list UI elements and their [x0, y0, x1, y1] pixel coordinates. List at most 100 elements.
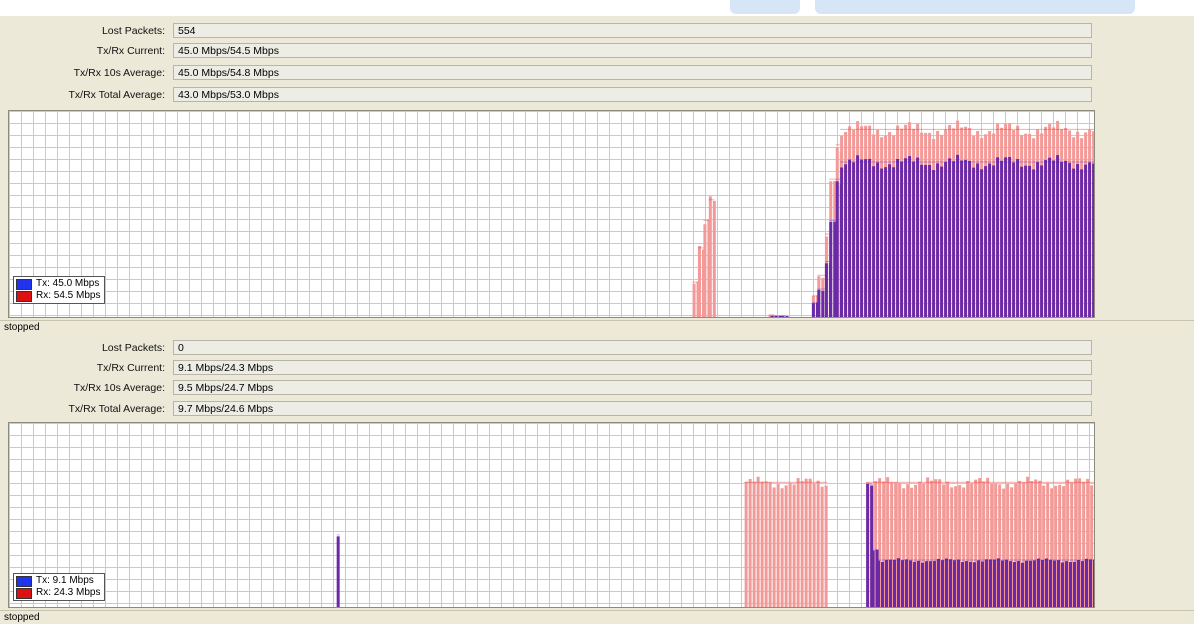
graph-legend: Tx: 45.0 Mbps Rx: 54.5 Mbps	[13, 276, 106, 304]
rx-bar	[764, 481, 768, 607]
rx-bar	[776, 483, 780, 607]
tx-bar	[916, 157, 920, 317]
tx-bar	[1061, 562, 1064, 607]
tx-bar	[996, 157, 1000, 317]
tx-bar	[1084, 164, 1088, 317]
tx-bar	[1072, 168, 1076, 317]
tx-bar	[977, 560, 980, 607]
tx-bar	[821, 290, 825, 317]
tx-bar	[876, 162, 880, 317]
tx-color-swatch	[16, 278, 32, 290]
tx-bar	[1092, 163, 1094, 317]
rx-line	[692, 281, 698, 283]
tx-bar	[1065, 561, 1068, 607]
rx-line	[829, 178, 836, 180]
tx-bar	[1025, 560, 1028, 607]
tx-bar	[900, 161, 904, 317]
rx-bar	[796, 478, 800, 607]
tx-bar	[829, 222, 833, 317]
rx-bar	[812, 483, 816, 607]
tx-bar	[917, 560, 920, 607]
traffic-graph-2: Tx: 9.1 Mbps Rx: 24.3 Mbps	[8, 422, 1095, 608]
lost-packets-field[interactable]: 554	[173, 23, 1092, 38]
tx-line	[877, 559, 1094, 561]
tx-bar	[1000, 160, 1004, 317]
tx-bar	[1021, 562, 1024, 607]
rx-bar	[788, 483, 792, 607]
rx-color-swatch	[16, 290, 32, 302]
status-bar: stopped	[0, 320, 1194, 334]
tx-bar	[1005, 559, 1008, 607]
tx-series	[770, 154, 1094, 317]
tx-line	[866, 483, 872, 485]
tx-rx-total-average-field[interactable]: 43.0 Mbps/53.0 Mbps	[173, 87, 1092, 102]
legend-rx-label: Rx: 24.3 Mbps	[36, 587, 101, 598]
tx-bar	[896, 159, 900, 317]
tx-bar	[952, 161, 956, 317]
tx-bar	[969, 561, 972, 607]
tx-bar	[1052, 160, 1056, 317]
tx-bar	[884, 167, 888, 317]
tx-line	[824, 261, 830, 263]
top-strip	[0, 0, 1194, 16]
tx-bar	[981, 561, 984, 607]
tx-line	[829, 219, 836, 221]
rx-bar	[820, 486, 824, 607]
tx-bar	[840, 167, 844, 317]
tx-bar	[1068, 163, 1072, 317]
tx-bar	[989, 559, 992, 607]
tx-bar	[885, 559, 888, 607]
tx-bar	[1053, 560, 1056, 607]
tx-rx-10s-average-field[interactable]: 9.5 Mbps/24.7 Mbps	[173, 380, 1092, 395]
legend-rx-label: Rx: 54.5 Mbps	[36, 290, 101, 301]
tx-rx-current-label: Tx/Rx Current:	[96, 45, 165, 57]
rx-line	[817, 274, 825, 276]
tx-bar	[880, 168, 884, 317]
tx-rx-current-field[interactable]: 9.1 Mbps/24.3 Mbps	[173, 360, 1092, 375]
tx-bar	[1076, 163, 1080, 317]
rx-bar	[752, 481, 756, 607]
rx-bar	[800, 481, 804, 607]
tx-bar	[1049, 559, 1052, 607]
tx-bar	[1008, 156, 1012, 317]
tx-bar	[877, 560, 880, 607]
tx-bar	[824, 263, 828, 317]
tx-bar	[948, 158, 952, 317]
tx-bar	[1056, 155, 1060, 317]
tx-line	[811, 302, 818, 304]
tx-bar	[844, 164, 848, 317]
tx-bar	[1093, 559, 1094, 607]
tx-bar	[1029, 560, 1032, 607]
rx-color-swatch	[16, 587, 32, 599]
tx-bar	[1069, 562, 1072, 607]
tx-rx-10s-average-field[interactable]: 45.0 Mbps/54.8 Mbps	[173, 65, 1092, 80]
tx-bar	[893, 559, 896, 607]
rx-bar	[756, 476, 760, 607]
tx-bar	[936, 163, 940, 317]
tx-bar	[929, 561, 932, 607]
legend-rx: Rx: 54.5 Mbps	[16, 290, 100, 302]
tx-bar	[913, 561, 916, 607]
rx-bar	[708, 196, 712, 317]
tx-bar	[1016, 159, 1020, 317]
tx-bar	[1064, 160, 1068, 317]
tx-bar	[937, 558, 940, 607]
tx-bar	[908, 156, 912, 317]
tx-bar	[973, 562, 976, 607]
tx-rx-10s-average-label: Tx/Rx 10s Average:	[73, 67, 165, 79]
rx-line	[744, 481, 828, 483]
tx-bar	[1032, 169, 1036, 317]
rx-bar	[780, 488, 784, 607]
status-bar: stopped	[0, 610, 1194, 624]
tx-bar	[1020, 166, 1024, 317]
tx-rx-current-field[interactable]: 45.0 Mbps/54.5 Mbps	[173, 43, 1092, 58]
lost-packets-field[interactable]: 0	[173, 340, 1092, 355]
tx-bar	[811, 303, 815, 317]
tx-bar	[817, 289, 821, 317]
rx-line	[835, 144, 841, 146]
tx-bar	[941, 560, 944, 607]
tx-bar	[892, 167, 896, 317]
tx-bar	[901, 560, 904, 607]
tx-rx-total-average-field[interactable]: 9.7 Mbps/24.6 Mbps	[173, 401, 1092, 416]
tx-rx-10s-average-label: Tx/Rx 10s Average:	[73, 382, 165, 394]
